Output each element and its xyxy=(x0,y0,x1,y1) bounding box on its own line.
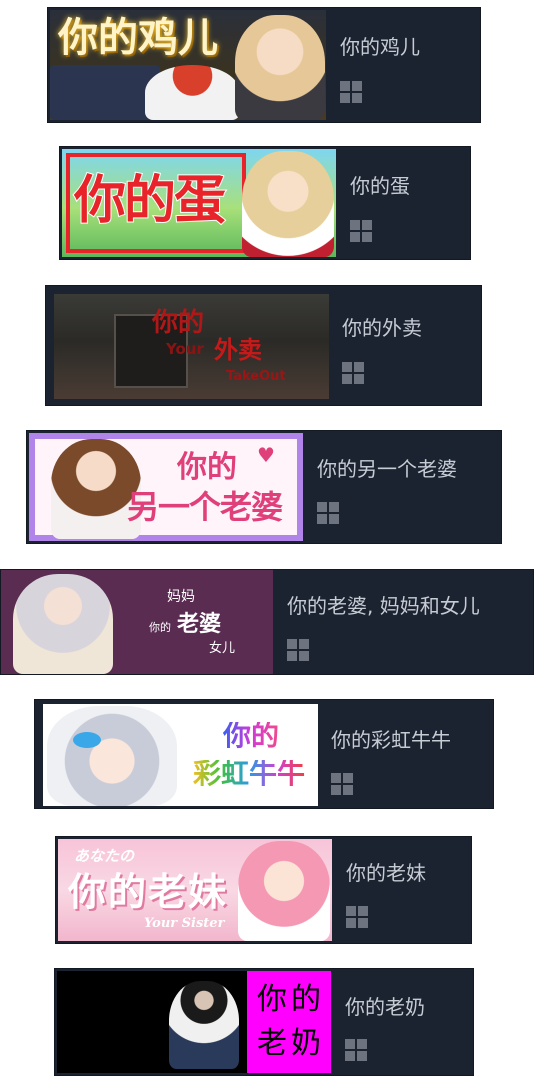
game-capsule-image[interactable]: 你的 ♥ 另一个老婆 xyxy=(29,433,303,541)
game-card[interactable]: 你的 老奶 你的老奶 xyxy=(54,968,474,1076)
game-title: 你的另一个老婆 xyxy=(317,457,457,481)
game-card[interactable]: あなたの 你的老妹 Your Sister 你的老妹 xyxy=(55,836,472,944)
capsule-logo-text: 你的蛋 xyxy=(73,171,227,231)
game-card[interactable]: 妈妈 你的 老婆 女儿 你的老婆, 妈妈和女儿 xyxy=(0,569,534,675)
character-illustration xyxy=(242,151,334,257)
cake-illustration xyxy=(145,65,240,120)
game-capsule-image[interactable]: 你的鸡儿 xyxy=(50,10,326,120)
character-illustration xyxy=(13,574,113,674)
game-card[interactable]: 你的蛋 你的蛋 xyxy=(59,146,471,260)
game-title: 你的老婆, 妈妈和女儿 xyxy=(287,594,480,618)
heart-icon: ♥ xyxy=(257,443,275,467)
windows-icon xyxy=(287,639,309,661)
game-capsule-image[interactable]: 你的蛋 xyxy=(62,149,336,257)
capsule-logo-text-line2: 彩虹牛牛 xyxy=(193,757,306,790)
capsule-logo-text-line1: 你的 xyxy=(177,450,237,485)
windows-icon xyxy=(342,362,364,384)
capsule-logo-text-mid: 老婆 xyxy=(177,612,222,637)
capsule-logo-text-top: あなたの xyxy=(74,847,135,865)
game-capsule-image[interactable]: 妈妈 你的 老婆 女儿 xyxy=(1,570,273,674)
game-card[interactable]: 你的鸡儿 你的鸡儿 xyxy=(47,7,481,123)
character-illustration xyxy=(169,981,239,1069)
windows-icon xyxy=(331,773,353,795)
capsule-logo-text-sub: TakeOut xyxy=(226,369,286,384)
character-illustration xyxy=(47,706,177,806)
windows-icon xyxy=(340,81,362,103)
capsule-logo-text: 你的鸡儿 xyxy=(58,15,218,61)
bow-icon xyxy=(73,732,101,748)
game-card[interactable]: 你的 ♥ 另一个老婆 你的另一个老婆 xyxy=(26,430,502,544)
windows-icon xyxy=(317,502,339,524)
game-capsule-image[interactable]: 你的 彩虹牛牛 xyxy=(43,704,318,806)
capsule-logo-text-line2: 另一个老婆 xyxy=(127,488,283,526)
game-title: 你的老奶 xyxy=(345,995,425,1019)
game-title: 你的老妹 xyxy=(346,861,426,885)
game-title: 你的外卖 xyxy=(342,316,422,340)
windows-icon xyxy=(346,906,368,928)
capsule-logo-text-line1: 你的 xyxy=(257,982,325,1017)
game-capsule-image[interactable]: あなたの 你的老妹 Your Sister xyxy=(58,839,332,941)
bed-illustration xyxy=(50,65,160,120)
capsule-logo-text-sub: Your Sister xyxy=(144,916,225,931)
game-capsule-image[interactable]: 你的 Your 外卖 TakeOut xyxy=(54,294,329,399)
capsule-logo-text-line1: 你的 xyxy=(223,719,280,752)
game-title: 你的鸡儿 xyxy=(340,35,420,59)
game-title: 你的蛋 xyxy=(350,174,410,198)
capsule-logo-text-line1: 你的 xyxy=(152,308,205,338)
windows-icon xyxy=(345,1039,367,1061)
capsule-logo-text-main: 你的老妹 xyxy=(68,870,229,914)
capsule-logo-text-bottom: 女儿 xyxy=(209,641,236,656)
character-illustration xyxy=(238,841,330,941)
game-card[interactable]: 你的 Your 外卖 TakeOut 你的外卖 xyxy=(45,285,482,406)
game-title: 你的彩虹牛牛 xyxy=(331,728,451,752)
capsule-logo-text-line2: 老奶 xyxy=(257,1026,325,1061)
windows-icon xyxy=(350,220,372,242)
game-card[interactable]: 你的 彩虹牛牛 你的彩虹牛牛 xyxy=(34,699,494,809)
capsule-logo-text-top: 妈妈 xyxy=(167,589,195,605)
game-capsule-image[interactable]: 你的 老奶 xyxy=(57,971,331,1073)
capsule-logo-text-big: 外卖 xyxy=(214,336,262,364)
capsule-logo-text-english: Your xyxy=(166,340,204,358)
capsule-logo-text-left: 你的 xyxy=(149,621,171,634)
character-illustration xyxy=(235,15,325,120)
